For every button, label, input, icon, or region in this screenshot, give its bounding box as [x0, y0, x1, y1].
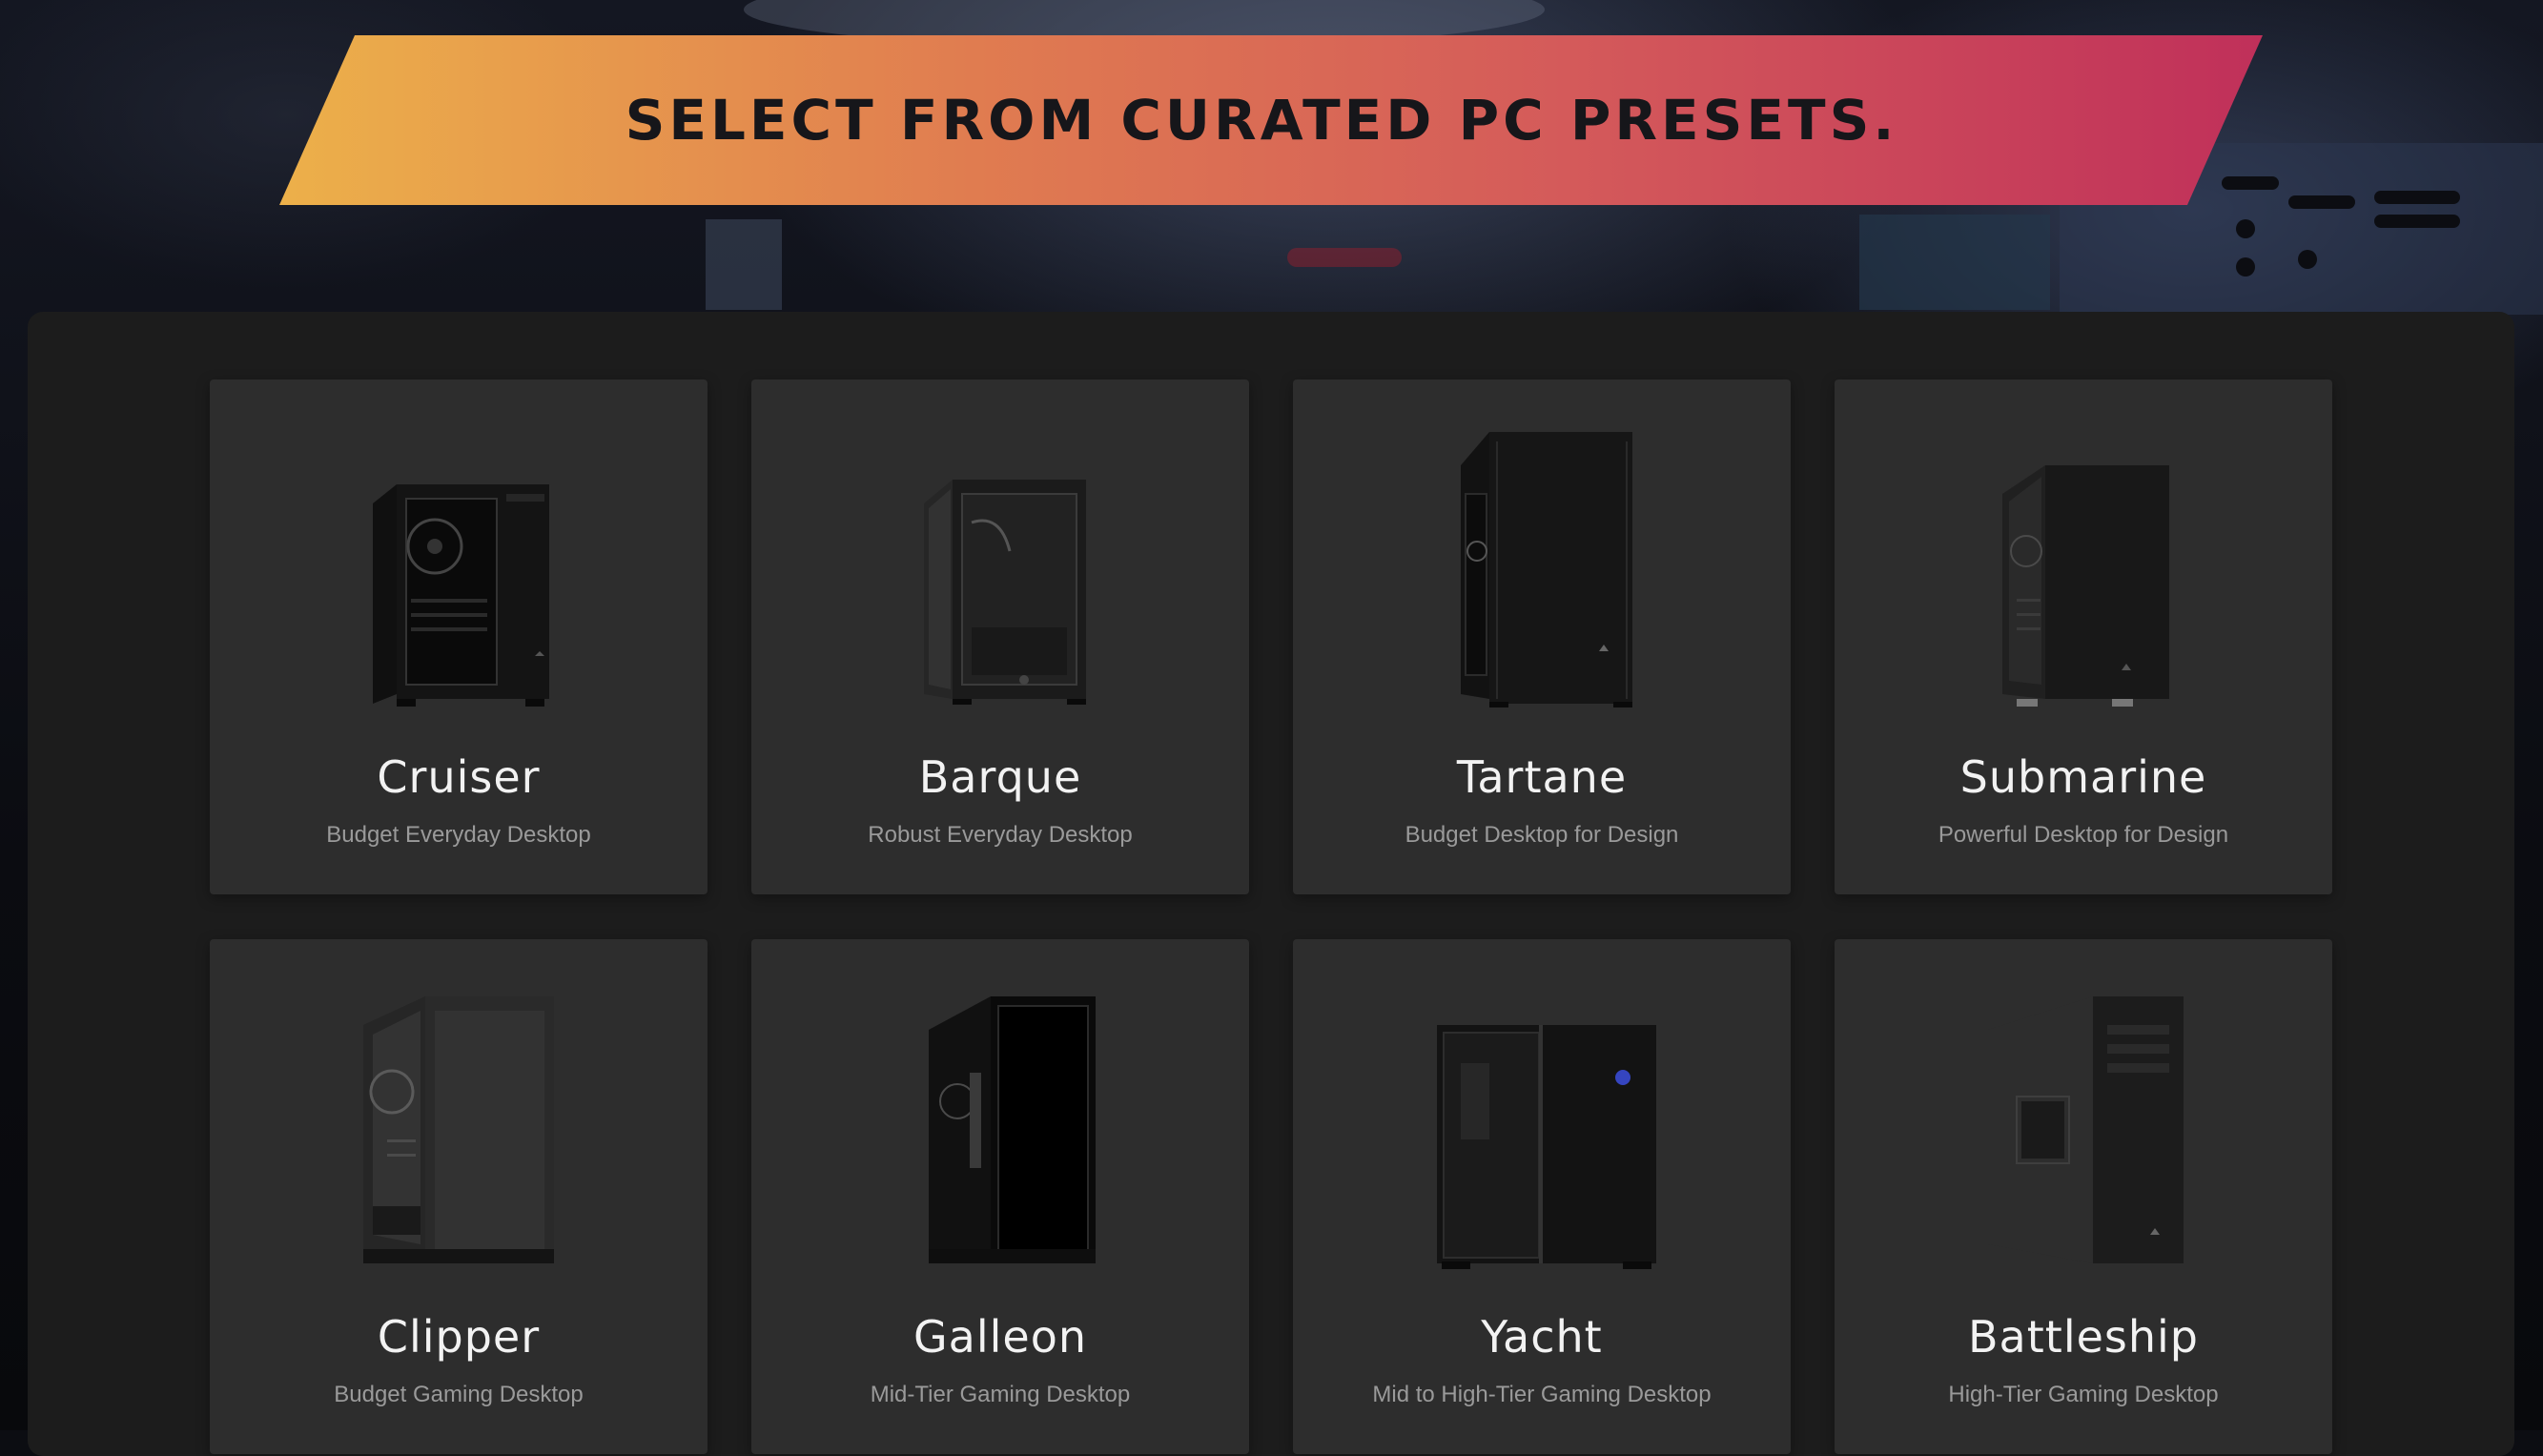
preset-description: Mid-Tier Gaming Desktop — [870, 1382, 1131, 1407]
pc-case-icon — [751, 987, 1249, 1273]
preset-card-yacht[interactable]: Yacht Mid to High-Tier Gaming Desktop — [1293, 939, 1791, 1454]
pc-case-icon — [1293, 427, 1791, 713]
preset-name: Battleship — [1968, 1311, 2199, 1363]
preset-card-battleship[interactable]: Battleship High-Tier Gaming Desktop — [1835, 939, 2332, 1454]
pc-case-icon — [751, 427, 1249, 713]
preset-description: Budget Gaming Desktop — [334, 1382, 584, 1407]
page-title: SELECT FROM CURATED PC PRESETS. — [625, 88, 1898, 153]
preset-name: Submarine — [1959, 751, 2207, 803]
preset-description: Budget Everyday Desktop — [326, 822, 591, 848]
preset-name: Clipper — [377, 1311, 541, 1363]
pc-case-icon — [1835, 427, 2332, 713]
preset-card-submarine[interactable]: Submarine Powerful Desktop for Design — [1835, 379, 2332, 894]
preset-name: Galleon — [913, 1311, 1087, 1363]
pc-case-icon — [210, 987, 708, 1273]
preset-description: Mid to High-Tier Gaming Desktop — [1372, 1382, 1712, 1407]
preset-name: Cruiser — [377, 751, 541, 803]
preset-description: Budget Desktop for Design — [1405, 822, 1679, 848]
preset-card-tartane[interactable]: Tartane Budget Desktop for Design — [1293, 379, 1791, 894]
preset-card-cruiser[interactable]: Cruiser Budget Everyday Desktop — [210, 379, 708, 894]
preset-description: Powerful Desktop for Design — [1938, 822, 2229, 848]
preset-card-galleon[interactable]: Galleon Mid-Tier Gaming Desktop — [751, 939, 1249, 1454]
preset-name: Tartane — [1456, 751, 1628, 803]
presets-panel: Cruiser Budget Everyday Desktop Barque R — [28, 312, 2514, 1456]
pc-case-icon — [210, 427, 708, 713]
pc-case-icon — [1293, 987, 1791, 1273]
header-banner: SELECT FROM CURATED PC PRESETS. — [279, 35, 2263, 205]
preset-description: Robust Everyday Desktop — [868, 822, 1133, 848]
preset-name: Barque — [918, 751, 1082, 803]
preset-card-barque[interactable]: Barque Robust Everyday Desktop — [751, 379, 1249, 894]
preset-name: Yacht — [1481, 1311, 1603, 1363]
preset-grid: Cruiser Budget Everyday Desktop Barque R — [28, 312, 2514, 1456]
preset-description: High-Tier Gaming Desktop — [1948, 1382, 2219, 1407]
pc-case-icon — [1835, 987, 2332, 1273]
preset-card-clipper[interactable]: Clipper Budget Gaming Desktop — [210, 939, 708, 1454]
